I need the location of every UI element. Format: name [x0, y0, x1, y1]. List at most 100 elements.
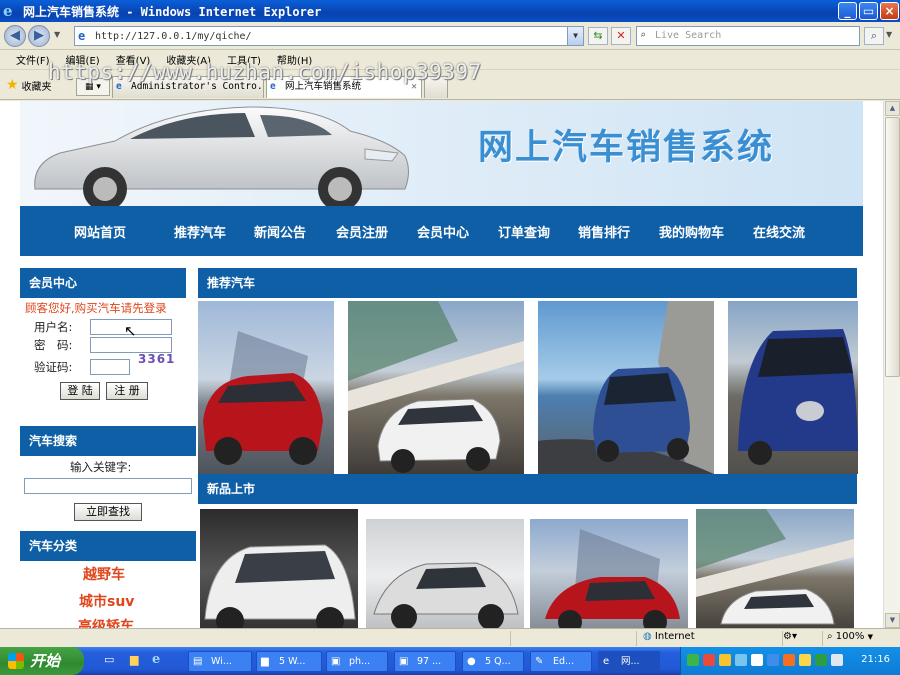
scroll-thumb[interactable]	[885, 117, 900, 377]
address-url: http://127.0.0.1/my/qiche/	[95, 30, 252, 42]
task-item[interactable]: ▣ ph...	[326, 651, 388, 672]
category-city-suv[interactable]: 城市suv	[79, 591, 134, 611]
search-input[interactable]: ⌕ Live Search	[636, 26, 860, 46]
category-offroad[interactable]: 越野车	[83, 564, 125, 584]
ie-quicklaunch-icon[interactable]: e	[152, 652, 160, 667]
refresh-icon[interactable]: ⇆	[588, 27, 608, 45]
history-dropdown-icon[interactable]: ▼	[54, 30, 60, 39]
car-image	[203, 331, 323, 465]
tab-page-icon: e	[116, 81, 122, 92]
minimize-button[interactable]: _	[838, 2, 857, 20]
search-placeholder: Live Search	[655, 30, 722, 41]
tray-icon[interactable]	[687, 654, 699, 666]
login-button[interactable]: 登 陆	[60, 382, 100, 400]
tab-admin[interactable]: e Administrator's Contro...	[112, 76, 264, 98]
captcha-code: 3361	[138, 352, 176, 366]
tray-icon[interactable]	[751, 654, 763, 666]
task-app-icon: ▣	[399, 656, 409, 667]
menu-edit[interactable]: 编辑(E)	[66, 52, 100, 67]
site-banner: 网上汽车销售系统	[20, 101, 863, 206]
folder-quicklaunch-icon[interactable]: ▆	[130, 653, 138, 666]
back-button[interactable]: ◀	[4, 25, 26, 47]
nav-cart[interactable]: 我的购物车	[659, 222, 724, 241]
tray-icon[interactable]	[799, 654, 811, 666]
tray-icon[interactable]	[767, 654, 779, 666]
search-options-icon[interactable]: ▼	[886, 30, 892, 39]
tab-close-icon[interactable]: ✕	[411, 77, 417, 97]
task-item[interactable]: ▆ 5 W...	[256, 651, 322, 672]
username-label: 用户名:	[34, 320, 73, 334]
protected-mode-icon[interactable]: ⚙▾	[782, 631, 818, 646]
search-button[interactable]: ⌕	[864, 27, 884, 45]
address-input[interactable]: e http://127.0.0.1/my/qiche/ ▼	[74, 26, 584, 46]
task-label: 5 Q...	[485, 656, 511, 667]
nav-chat[interactable]: 在线交流	[753, 222, 805, 241]
nav-recommended[interactable]: 推荐汽车	[174, 222, 226, 241]
car-photo-silver-sports[interactable]	[366, 519, 524, 628]
car-photo-white-alfa[interactable]	[348, 301, 524, 474]
favorites-button[interactable]: ★ 收藏夹	[6, 77, 52, 93]
menu-view[interactable]: 查看(V)	[116, 52, 151, 67]
nav-news[interactable]: 新闻公告	[254, 222, 306, 241]
nav-member-center[interactable]: 会员中心	[417, 222, 469, 241]
password-label: 密 码:	[34, 338, 73, 352]
car-photo-blue-van[interactable]	[538, 301, 714, 474]
maximize-button[interactable]: ▭	[859, 2, 878, 20]
nav-home[interactable]: 网站首页	[74, 222, 126, 241]
tray-icon[interactable]	[735, 654, 747, 666]
stop-icon[interactable]: ✕	[611, 27, 631, 45]
car-photo-white-hatchback[interactable]	[696, 509, 854, 628]
show-desktop-icon[interactable]: ▭	[104, 653, 114, 666]
task-label: Wi...	[211, 656, 232, 667]
address-dropdown-icon[interactable]: ▼	[567, 27, 583, 45]
keyword-input[interactable]	[24, 478, 192, 494]
car-photo-white-audi[interactable]	[200, 509, 358, 628]
window-title: 网上汽车销售系统 - Windows Internet Explorer	[23, 4, 322, 19]
nav-register[interactable]: 会员注册	[336, 222, 388, 241]
tray-icon[interactable]	[719, 654, 731, 666]
tray-icon[interactable]	[815, 654, 827, 666]
menu-favorites[interactable]: 收藏夹(A)	[166, 52, 211, 67]
car-photo-red-audi[interactable]	[198, 301, 334, 474]
menu-tools[interactable]: 工具(T)	[227, 52, 261, 67]
forward-button[interactable]: ▶	[28, 25, 50, 47]
menu-help[interactable]: 帮助(H)	[277, 52, 312, 67]
tray-icon[interactable]	[703, 654, 715, 666]
search-submit-button[interactable]: 立即查找	[74, 503, 142, 521]
zoom-control[interactable]: ⌕ 100% ▼	[822, 631, 892, 646]
zoom-icon: ⌕	[827, 631, 833, 642]
task-item[interactable]: ▤ Wi...	[188, 651, 252, 672]
new-tab-button[interactable]	[424, 76, 448, 98]
task-item[interactable]: ● 5 Q...	[462, 651, 524, 672]
vertical-scrollbar[interactable]: ▲ ▼	[883, 101, 900, 628]
tray-icon[interactable]	[783, 654, 795, 666]
car-image	[348, 301, 524, 473]
task-item[interactable]: ✎ Ed...	[530, 651, 592, 672]
captcha-input[interactable]	[90, 359, 130, 375]
register-button[interactable]: 注 册	[106, 382, 148, 400]
task-label: ph...	[349, 656, 371, 667]
task-item-ie[interactable]: e 网...	[598, 651, 660, 672]
scroll-down-icon[interactable]: ▼	[885, 613, 900, 628]
site-title: 网上汽车销售系统	[478, 128, 775, 168]
zone-indicator: ◍ Internet	[636, 631, 776, 646]
scroll-up-icon[interactable]: ▲	[885, 101, 900, 116]
search-panel-header: 汽车搜索	[20, 426, 196, 456]
password-input[interactable]	[90, 337, 172, 353]
nav-sales-ranking[interactable]: 销售排行	[578, 222, 630, 241]
nav-order-query[interactable]: 订单查询	[498, 222, 550, 241]
task-item[interactable]: ▣ 97 ...	[394, 651, 456, 672]
category-luxury-sedan[interactable]: 高级轿车	[78, 616, 134, 628]
task-editor-icon: ✎	[535, 656, 544, 667]
task-label: 5 W...	[279, 656, 306, 667]
car-image	[373, 562, 519, 628]
close-button[interactable]: ×	[880, 2, 899, 20]
quick-tabs-button[interactable]: ▦ ▾	[76, 78, 110, 96]
menu-file[interactable]: 文件(F)	[16, 52, 50, 67]
tray-icon[interactable]	[831, 654, 843, 666]
car-photo-blue-mercedes[interactable]	[728, 301, 858, 474]
start-label: 开始	[30, 652, 61, 670]
tab-car-sales[interactable]: e 网上汽车销售系统 ✕	[266, 76, 422, 98]
start-button[interactable]: 开始	[0, 647, 84, 675]
car-photo-red-coupe[interactable]	[530, 519, 688, 628]
